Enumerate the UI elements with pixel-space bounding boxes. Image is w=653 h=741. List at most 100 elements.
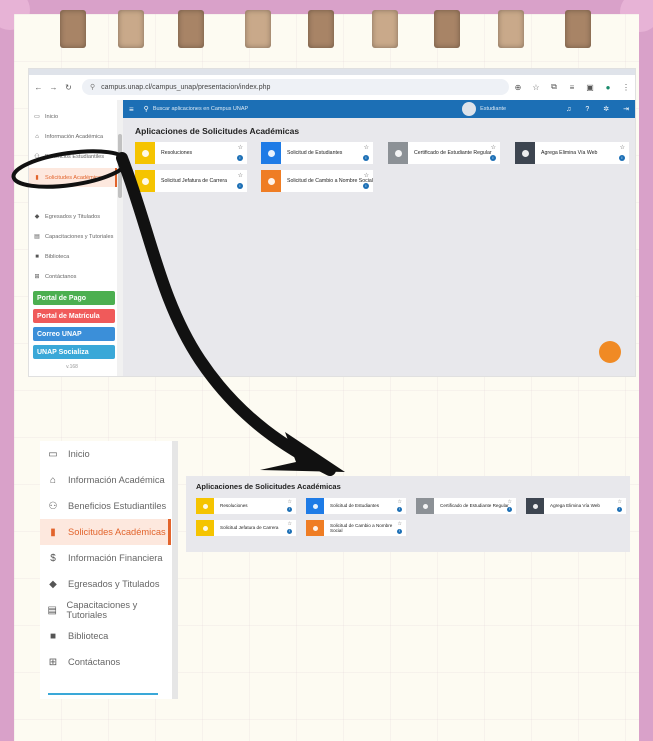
app-card-jefatura[interactable]: Solicitud Jefatura de Carrera ☆ i (196, 520, 296, 536)
info-icon[interactable]: i (237, 155, 243, 161)
info-icon[interactable]: i (363, 183, 369, 189)
app-card-nombre-social[interactable]: Solicitud de Cambio a Nombre Social ☆ i (261, 170, 373, 192)
institution-icon: ⌂ (35, 133, 39, 140)
bookmark-star-icon[interactable]: ☆ (530, 83, 542, 92)
sidebar-item-biblioteca[interactable]: ■ Biblioteca (29, 248, 115, 265)
app-icon (135, 142, 155, 164)
favorite-star-icon[interactable]: ☆ (288, 499, 292, 505)
sidebar-item-financiera[interactable]: $ Información Financiera (40, 545, 168, 571)
address-bar-row: ← → ↻ ⚲ campus.unap.cl/campus_unap/prese… (29, 75, 635, 99)
tape-strip (245, 10, 271, 48)
search-icon[interactable]: ⚲ (144, 105, 149, 113)
info-icon[interactable]: i (363, 155, 369, 161)
sidebar-item-capacitaciones[interactable]: ▤ Capacitaciones y Tutoriales (40, 597, 168, 623)
favorite-star-icon[interactable]: ☆ (288, 521, 292, 527)
sitemap-icon: ⊞ (34, 274, 40, 280)
menu-dots-icon[interactable]: ⋮ (620, 83, 632, 92)
search-input[interactable]: Buscar aplicaciones en Campus UNAP (153, 106, 248, 112)
sidebar-item-informacion-academica[interactable]: ⌂ Información Académica (40, 467, 168, 493)
sitemap-icon: ⊞ (48, 656, 58, 668)
sidebar-item-label: Información Financiera (68, 553, 163, 563)
app-card-agrega-elimina[interactable]: Agrega Elimina Vía Web ☆ i (526, 498, 626, 514)
sidebar-item-egresados[interactable]: ◆ Egresados y Titulados (40, 571, 168, 597)
extensions-icon[interactable]: ⧉ (548, 82, 560, 92)
section-title: Aplicaciones de Solicitudes Académicas (135, 126, 300, 136)
sidebar-item-label: Inicio (45, 113, 59, 120)
sidebar-item-contactanos[interactable]: ⊞ Contáctanos (40, 649, 168, 675)
info-icon[interactable]: i (617, 507, 622, 512)
reload-icon[interactable]: ↻ (63, 83, 74, 92)
sidebar-item-label: Beneficios Estudiantiles (68, 501, 167, 511)
favorite-star-icon[interactable]: ☆ (618, 499, 622, 505)
tape-strip (60, 10, 86, 48)
sidebar-item-biblioteca[interactable]: ■ Biblioteca (40, 623, 168, 649)
site-info-icon[interactable]: ⚲ (90, 83, 95, 91)
app-card-resoluciones[interactable]: Resoluciones ☆ i (135, 142, 247, 164)
user-role-label: Estudiante (480, 106, 507, 112)
favorite-star-icon[interactable]: ☆ (491, 144, 496, 151)
app-card-solicitud-estudiantes[interactable]: Solicitud de Estudiantes ☆ i (306, 498, 406, 514)
portal-pago-button[interactable]: Portal de Pago (33, 291, 115, 305)
scrollbar-thumb[interactable] (118, 134, 122, 198)
forward-icon[interactable]: → (48, 83, 59, 92)
url-field[interactable]: ⚲ campus.unap.cl/campus_unap/presentacio… (82, 79, 509, 95)
app-icon (306, 498, 324, 514)
correo-unap-button[interactable]: Correo UNAP (33, 327, 115, 341)
app-card-resoluciones[interactable]: Resoluciones ☆ i (196, 498, 296, 514)
info-icon[interactable]: i (287, 529, 292, 534)
app-card-solicitud-estudiantes[interactable]: Solicitud de Estudiantes ☆ i (261, 142, 373, 164)
hamburger-menu-icon[interactable]: ≡ (129, 105, 134, 114)
info-icon[interactable]: i (507, 507, 512, 512)
sidebar-item-inicio[interactable]: ▭ Inicio (29, 108, 115, 125)
sidebar-item-label: Beneficios Estudiantiles (45, 153, 105, 160)
avatar[interactable] (462, 102, 477, 116)
info-icon[interactable]: i (287, 507, 292, 512)
info-icon[interactable]: i (619, 155, 625, 161)
side-panel-icon[interactable]: ▣ (584, 83, 596, 92)
favorite-star-icon[interactable]: ☆ (620, 144, 625, 151)
favorite-star-icon[interactable]: ☆ (364, 144, 369, 151)
sidebar-item-beneficios[interactable]: ⚇ Beneficios Estudiantiles (40, 493, 168, 519)
favorite-star-icon[interactable]: ☆ (398, 499, 402, 505)
sidebar-item-contactanos[interactable]: ⊞ Contáctanos (29, 268, 115, 285)
logout-icon[interactable]: ⇥ (623, 105, 629, 113)
chat-bubble-button[interactable] (599, 341, 621, 363)
version-label: v.168 (66, 364, 78, 370)
tape-strip (178, 10, 204, 48)
sidebar-item-beneficios[interactable]: ⚇ Beneficios Estudiantiles (29, 148, 115, 165)
id-card-icon: ▭ (34, 114, 40, 120)
sidebar-item-inicio[interactable]: ▭ Inicio (40, 441, 168, 467)
profile-avatar-icon[interactable]: ● (602, 83, 614, 92)
favorite-star-icon[interactable]: ☆ (398, 521, 402, 527)
sidebar-item-informacion-academica[interactable]: ⌂ Información Académica (29, 128, 115, 145)
sidebar-item-solicitudes[interactable]: ▮ Solicitudes Académicas (29, 168, 117, 187)
zoom-icon[interactable]: ⊕ (512, 83, 524, 92)
app-card-agrega-elimina[interactable]: Agrega Elimina Vía Web ☆ i (515, 142, 629, 164)
reading-list-icon[interactable]: ≡ (566, 83, 578, 92)
sidebar-item-capacitaciones[interactable]: ▤ Capacitaciones y Tutoriales (29, 228, 115, 245)
help-icon[interactable]: ? (585, 106, 589, 113)
info-icon[interactable]: i (490, 155, 496, 161)
unap-socializa-button[interactable]: UNAP Socializa (33, 345, 115, 359)
info-icon[interactable]: i (397, 507, 402, 512)
app-card-certificado[interactable]: Certificado de Estudiante Regular ☆ i (416, 498, 516, 514)
favorite-star-icon[interactable]: ☆ (508, 499, 512, 505)
gear-icon[interactable]: ✲ (603, 105, 609, 113)
card-label: Solicitud de Estudiantes (287, 149, 343, 156)
info-icon[interactable]: i (397, 529, 402, 534)
app-card-nombre-social[interactable]: Solicitud de Cambio a Nombre Social ☆ i (306, 520, 406, 536)
favorite-star-icon[interactable]: ☆ (238, 172, 243, 179)
app-icon (261, 170, 281, 192)
bell-icon[interactable]: ♫ (566, 106, 571, 113)
info-icon[interactable]: i (237, 183, 243, 189)
app-card-certificado[interactable]: Certificado de Estudiante Regular ☆ i (388, 142, 500, 164)
sidebar-item-egresados[interactable]: ◆ Egresados y Titulados (29, 208, 115, 225)
favorite-star-icon[interactable]: ☆ (238, 144, 243, 151)
library-icon: ■ (35, 253, 39, 260)
back-icon[interactable]: ← (33, 83, 44, 92)
portal-matricula-button[interactable]: Portal de Matrícula (33, 309, 115, 323)
favorite-star-icon[interactable]: ☆ (364, 172, 369, 179)
app-card-jefatura[interactable]: Solicitud Jefatura de Carrera ☆ i (135, 170, 247, 192)
tape-strip (372, 10, 398, 48)
sidebar-item-solicitudes[interactable]: ▮ Solicitudes Académicas (40, 519, 171, 545)
